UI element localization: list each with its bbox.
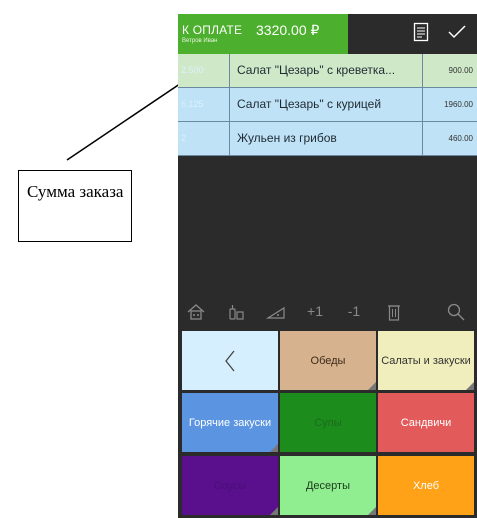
item-name: Салат "Цезарь" с креветка... — [231, 54, 423, 87]
category-label: Соусы — [213, 479, 247, 492]
item-qty: 6.125 — [178, 88, 230, 121]
order-row[interactable]: 2 Жульен из грибов 460.00 — [178, 122, 477, 156]
item-qty: 2 — [178, 122, 230, 155]
category-tile-soups[interactable]: Супы — [280, 393, 376, 452]
pay-label: К ОПЛАТЕ — [182, 23, 243, 37]
category-tile-hot-appetizers[interactable]: Горячие закуски — [182, 393, 278, 452]
pos-screen: К ОПЛАТЕ Ветров Иван 3320.00 ₽ 2.500 Сал… — [178, 14, 477, 518]
category-grid: Обеды Салаты и закуски Горячие закуски С… — [178, 330, 477, 518]
customer-name: Ветров Иван — [182, 38, 218, 44]
callout-text: Сумма заказа — [27, 182, 124, 201]
category-label: Десерты — [305, 479, 350, 492]
header-bar: К ОПЛАТЕ Ветров Иван 3320.00 ₽ — [178, 14, 477, 54]
bottles-icon[interactable] — [220, 295, 252, 328]
callout-box: Сумма заказа — [18, 170, 132, 242]
category-tile-lunches[interactable]: Обеды — [280, 331, 376, 390]
category-label: Горячие закуски — [188, 416, 272, 429]
item-price: 460.00 — [448, 134, 473, 143]
category-label: Сандвичи — [400, 416, 452, 429]
category-label: Хлеб — [412, 479, 440, 492]
item-name: Жульен из грибов — [231, 122, 423, 155]
item-price: 900.00 — [448, 66, 473, 75]
chevron-left-icon — [225, 350, 235, 371]
action-toolbar: +1 -1 — [178, 295, 477, 328]
check-icon[interactable] — [448, 25, 466, 44]
order-total: 3320.00 ₽ — [256, 22, 320, 38]
search-icon[interactable] — [440, 295, 472, 328]
plus-one-button[interactable]: +1 — [299, 295, 331, 328]
category-label: Салаты и закуски — [381, 354, 471, 367]
trash-icon[interactable] — [378, 295, 410, 328]
slice-icon[interactable] — [260, 295, 292, 328]
category-tile-salads[interactable]: Салаты и закуски — [378, 331, 474, 390]
category-tile-sauces[interactable]: Соусы — [182, 456, 278, 515]
item-price: 1960.00 — [444, 100, 473, 109]
item-qty: 2.500 — [178, 54, 230, 87]
item-name: Салат "Цезарь" с курицей — [231, 88, 423, 121]
receipt-icon[interactable] — [413, 22, 429, 47]
minus-one-button[interactable]: -1 — [338, 295, 370, 328]
category-tile-desserts[interactable]: Десерты — [280, 456, 376, 515]
order-list: 2.500 Салат "Цезарь" с креветка... 900.0… — [178, 54, 477, 156]
order-row[interactable]: 6.125 Салат "Цезарь" с курицей 1960.00 — [178, 88, 477, 122]
pay-button[interactable]: К ОПЛАТЕ Ветров Иван 3320.00 ₽ — [178, 14, 348, 54]
category-label: Обеды — [310, 354, 346, 367]
category-tile-bread[interactable]: Хлеб — [378, 456, 474, 515]
order-row[interactable]: 2.500 Салат "Цезарь" с креветка... 900.0… — [178, 54, 477, 88]
category-tile-sandwiches[interactable]: Сандвичи — [378, 393, 474, 452]
category-label: Супы — [314, 416, 342, 429]
home-icon[interactable] — [180, 295, 212, 328]
back-button[interactable] — [182, 331, 278, 390]
